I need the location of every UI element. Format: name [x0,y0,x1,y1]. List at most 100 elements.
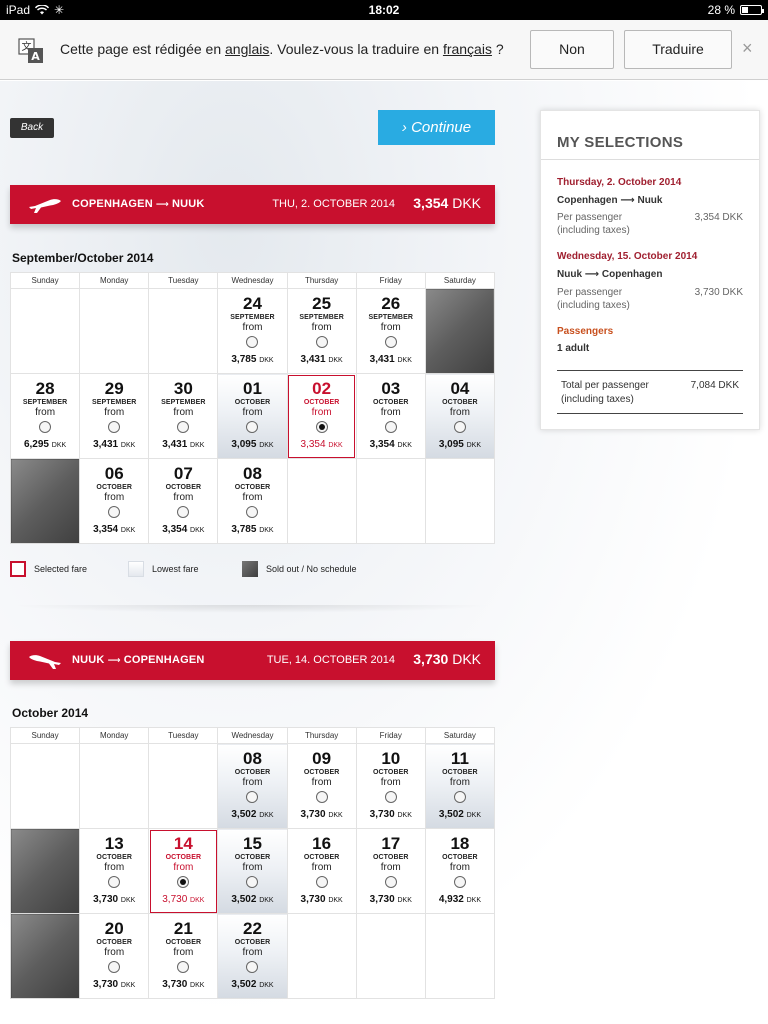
fare-radio[interactable] [246,876,259,888]
calendar-day-cell[interactable]: 20 OCTOBER from 3,730 DKK [79,913,150,999]
day-cell-content: 10 OCTOBER from 3,730 DKK [357,750,425,821]
fare-radio[interactable] [246,336,259,348]
calendar-day-cell[interactable]: 17 OCTOBER from 3,730 DKK [355,828,426,914]
day-cell-content: 08 OCTOBER from 3,502 DKK [218,750,286,821]
calendar-day-cell[interactable]: 18 OCTOBER from 4,932 DKK [424,828,496,914]
target-language-link[interactable]: français [443,41,492,57]
weekday-label: Tuesday [148,727,219,744]
translate-button[interactable]: Traduire [624,30,732,69]
chevron-right-icon: › [401,119,407,136]
month-label: OCTOBER [442,399,478,406]
fare-price: 3,354 DKK [300,439,343,450]
month-label: SEPTEMBER [299,314,344,321]
weekday-label: Sunday [9,272,81,289]
from-label: from [380,862,401,873]
from-label: from [311,407,332,418]
day-number: 22 [243,919,262,938]
lowest-fare-day-cell[interactable]: 01 OCTOBER from 3,095 DKK [217,373,288,459]
fare-radio[interactable] [108,961,121,973]
weekday-header: Sunday Monday Tuesday Wednesday Thursday… [9,727,496,744]
lowest-fare-day-cell[interactable]: 08 OCTOBER from 3,502 DKK [217,743,288,829]
from-label: from [104,862,125,873]
source-language-link[interactable]: anglais [225,41,269,57]
fare-price: 3,354 DKK [93,524,136,535]
lowest-fare-day-cell[interactable]: 22 OCTOBER from 3,502 DKK [217,913,288,999]
calendar-day-cell[interactable]: 30 SEPTEMBER from 3,431 DKK [148,373,219,459]
calendar-day-cell[interactable]: 26 SEPTEMBER from 3,431 DKK [355,288,426,374]
empty-day-cell [286,458,357,544]
return-selection-price: 3,730 DKK [694,287,743,298]
calendar-day-cell[interactable]: 16 OCTOBER from 3,730 DKK [286,828,357,914]
close-icon[interactable]: × [742,38,753,59]
calendar-day-cell[interactable]: 13 OCTOBER from 3,730 DKK [79,828,150,914]
from-label: from [242,407,263,418]
calendar-day-cell[interactable]: 07 OCTOBER from 3,354 DKK [148,458,219,544]
empty-day-cell [79,743,150,829]
fare-radio[interactable] [315,876,328,888]
back-button[interactable]: Back [10,118,54,138]
fare-radio[interactable] [246,506,259,518]
fare-radio[interactable] [315,336,328,348]
selected-day-cell[interactable]: 14 OCTOBER from 3,730 DKK [148,828,219,914]
fare-radio[interactable] [177,506,190,518]
fare-radio[interactable] [384,791,397,803]
fare-radio[interactable] [246,791,259,803]
fare-radio[interactable] [108,506,121,518]
calendar-week-row: 28 SEPTEMBER from 6,295 DKK 29 SEPTEMBER from… [9,373,496,459]
calendar-day-cell[interactable]: 06 OCTOBER from 3,354 DKK [79,458,150,544]
fare-radio[interactable] [315,421,328,433]
fare-radio[interactable] [453,791,466,803]
fare-radio[interactable] [384,336,397,348]
selected-day-cell[interactable]: 02 OCTOBER from 3,354 DKK [286,373,357,459]
month-label: SEPTEMBER [91,399,137,406]
month-label: OCTOBER [234,484,271,491]
fare-price: 3,730 DKK [93,979,136,990]
weekday-label: Saturday [424,272,496,289]
fare-radio[interactable] [384,421,397,433]
sold-out-swatch [242,561,258,577]
continue-button[interactable]: › Continue [378,110,495,145]
calendar-day-cell[interactable]: 29 SEPTEMBER from 3,431 DKK [79,373,150,459]
lowest-fare-day-cell[interactable]: 15 OCTOBER from 3,502 DKK [217,828,288,914]
day-cell-content: 01 OCTOBER from 3,095 DKK [218,380,286,451]
calendar-day-cell[interactable]: 28 SEPTEMBER from 6,295 DKK [9,373,81,459]
decline-translate-button[interactable]: Non [530,30,614,69]
empty-day-cell [148,288,219,374]
fare-radio[interactable] [39,421,52,433]
fare-radio[interactable] [246,961,259,973]
fare-radio[interactable] [315,791,328,803]
calendar-day-cell[interactable]: 21 OCTOBER from 3,730 DKK [148,913,219,999]
lowest-fare-day-cell[interactable]: 04 OCTOBER from 3,095 DKK [424,373,496,459]
calendar-day-cell[interactable]: 08 OCTOBER from 3,785 DKK [217,458,288,544]
fare-radio[interactable] [108,876,121,888]
day-number: 07 [173,464,193,483]
fare-price: 3,095 DKK [231,439,274,450]
calendar-day-cell[interactable]: 25 SEPTEMBER from 3,431 DKK [286,288,357,374]
fare-radio[interactable] [177,876,190,888]
lowest-fare-day-cell[interactable]: 11 OCTOBER from 3,502 DKK [424,743,496,829]
from-label: from [173,862,194,873]
calendar-day-cell[interactable]: 03 OCTOBER from 3,354 DKK [355,373,426,459]
return-price: 3,730 DKK [413,651,481,667]
fare-radio[interactable] [177,961,190,973]
calendar-day-cell[interactable]: 10 OCTOBER from 3,730 DKK [355,743,426,829]
day-cell-content: 28 SEPTEMBER from 6,295 DKK [11,380,79,451]
sold-out-day-cell [9,913,81,999]
fare-radio[interactable] [453,876,466,888]
return-selection-route: Nuuk ⟶ Copenhagen [557,269,663,280]
day-number: 21 [173,919,193,938]
fare-radio[interactable] [246,421,259,433]
day-cell-content: 26 SEPTEMBER from 3,431 DKK [357,295,425,366]
fare-radio[interactable] [453,421,466,433]
weekday-label: Monday [79,727,150,744]
fare-radio[interactable] [177,421,190,433]
weekday-label: Wednesday [217,272,288,289]
calendar-day-cell[interactable]: 24 SEPTEMBER from 3,785 DKK [217,288,288,374]
calendar-day-cell[interactable]: 09 OCTOBER from 3,730 DKK [286,743,357,829]
from-label: from [380,777,401,788]
fare-radio[interactable] [108,421,121,433]
fare-radio[interactable] [384,876,397,888]
continue-label: Continue [411,119,472,136]
month-label: OCTOBER [303,854,340,861]
total-price: 7,084 DKK [690,380,739,391]
